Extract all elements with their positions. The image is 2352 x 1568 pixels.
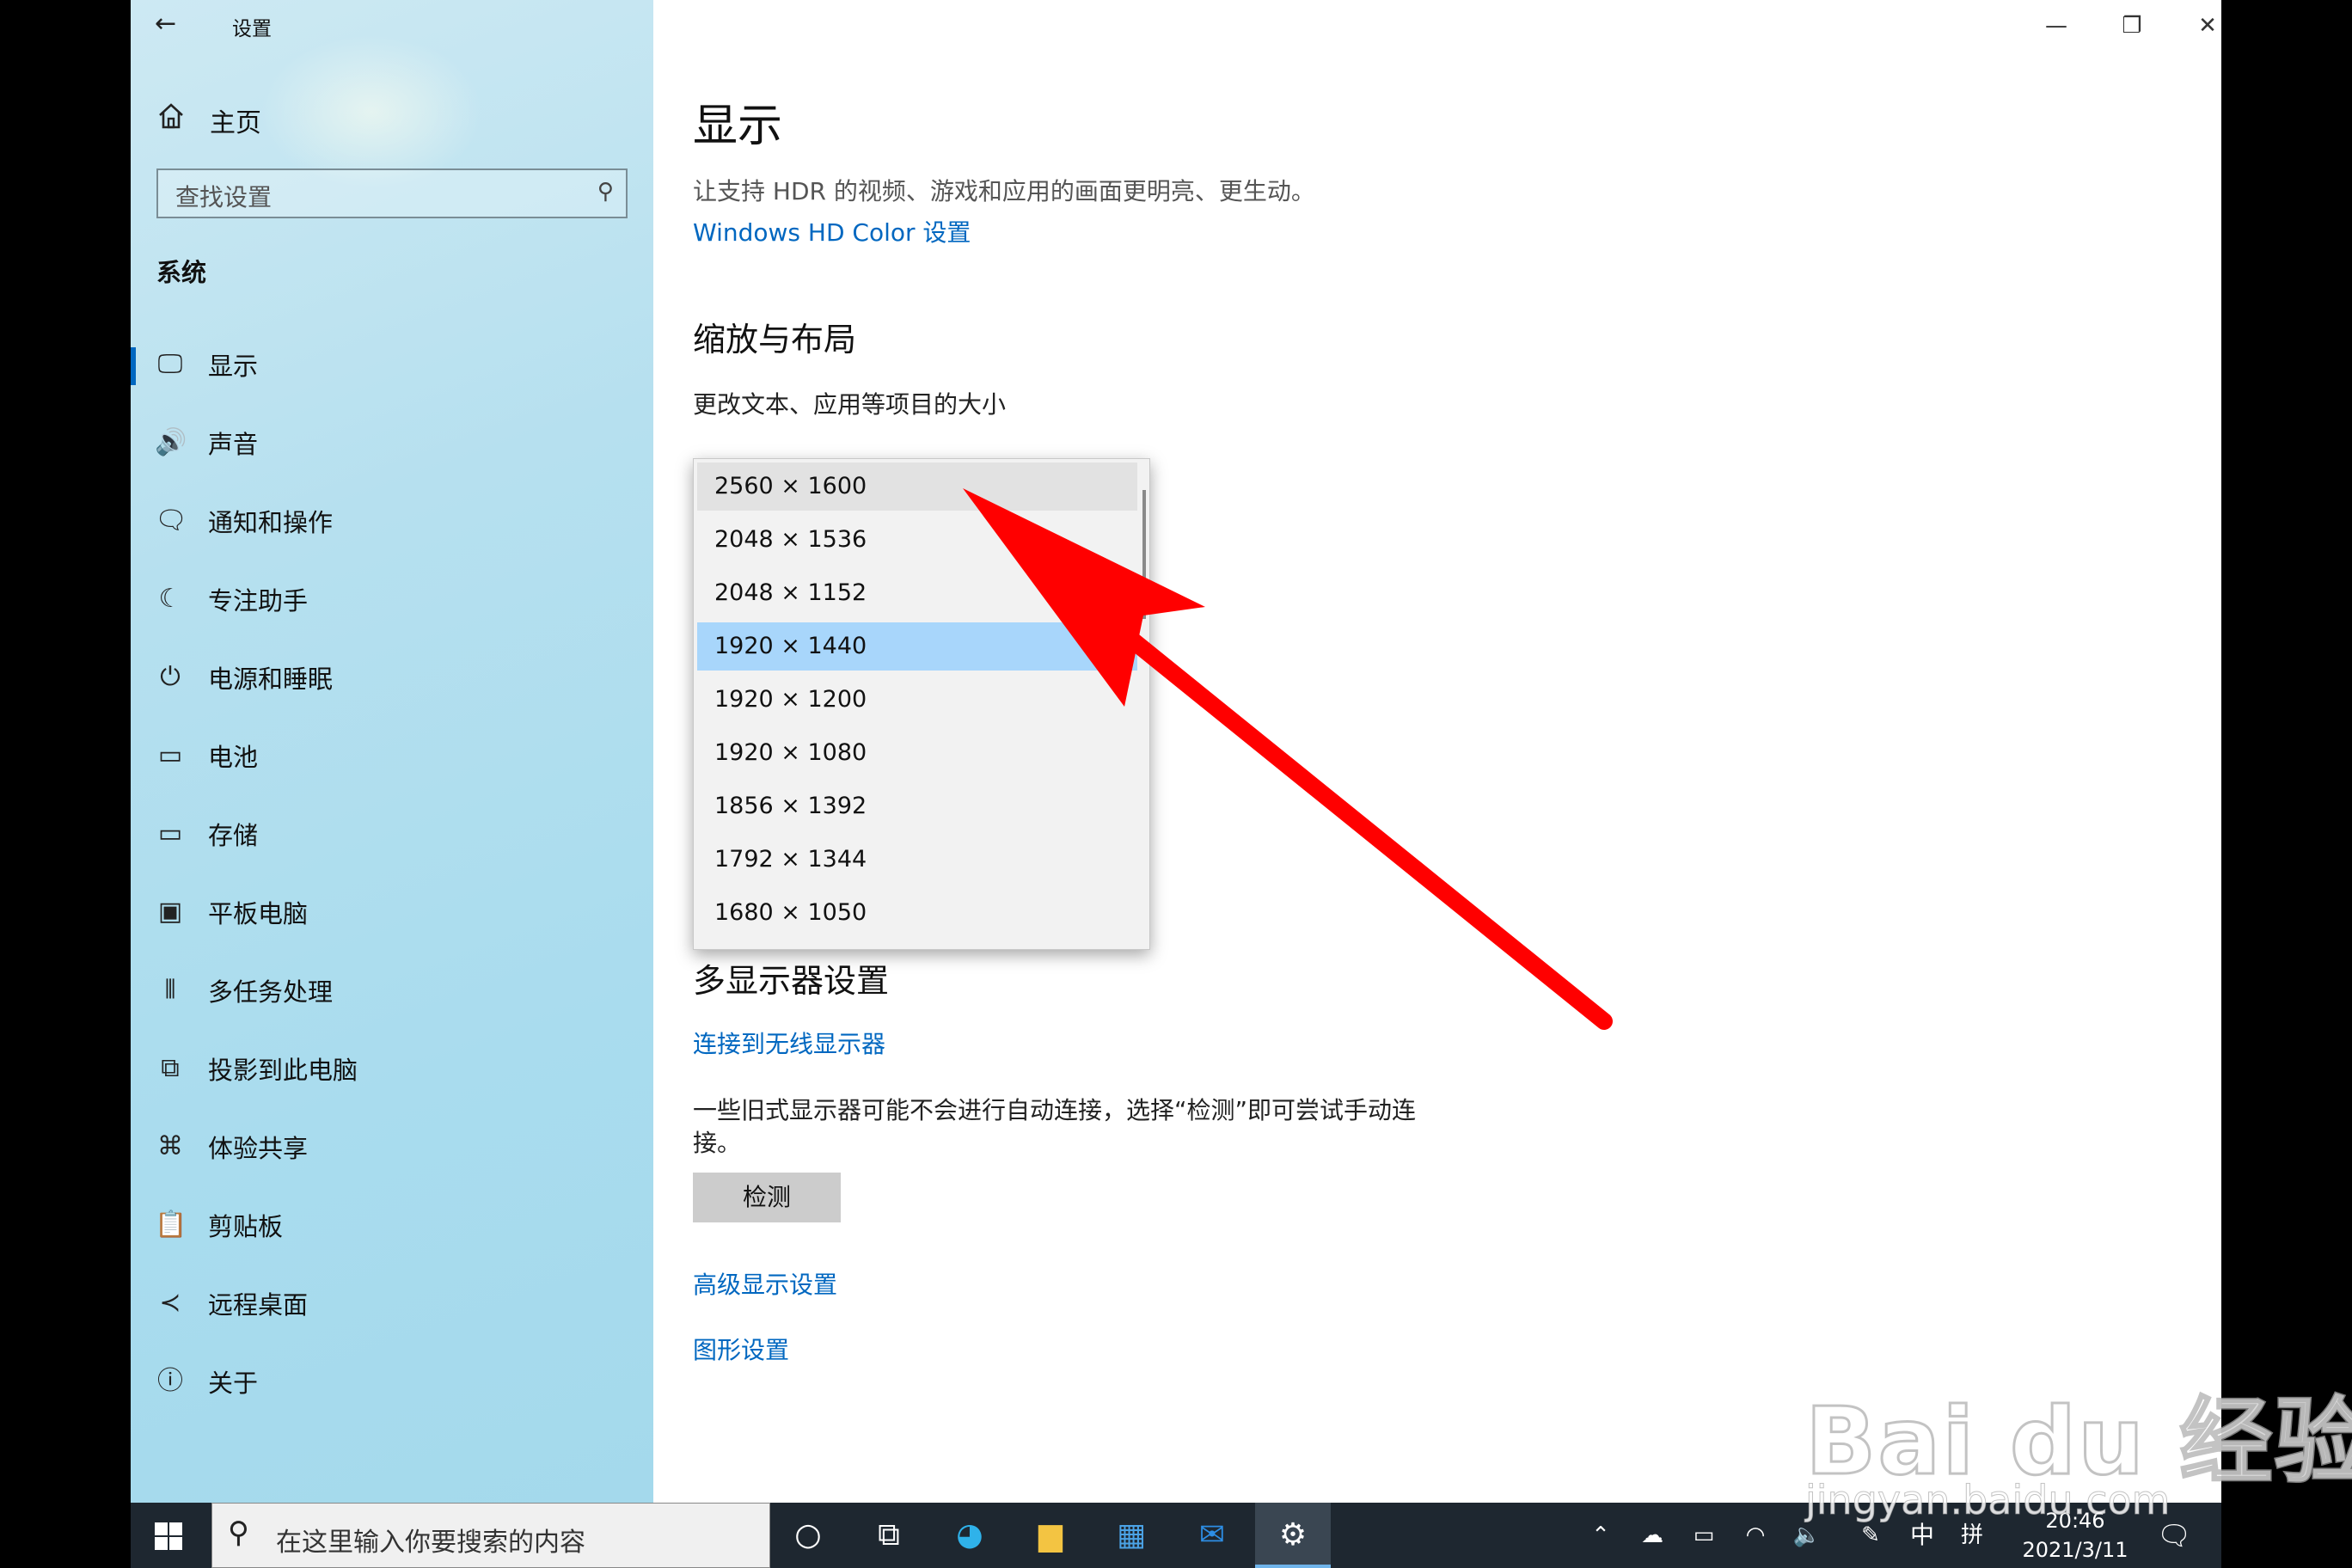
file-explorer-icon[interactable]: ▆ (1013, 1503, 1088, 1568)
mail-icon[interactable]: ✉ (1174, 1503, 1250, 1568)
arrow-shaft (1076, 593, 1613, 1030)
taskbar-search-icon: ⚲ (228, 1516, 249, 1550)
ime-mode[interactable]: 拼 (1946, 1503, 1998, 1568)
start-button[interactable] (131, 1503, 206, 1568)
volume-icon[interactable]: 🔈 (1781, 1503, 1833, 1568)
taskbar-search-box[interactable]: ⚲ 在这里输入你要搜索的内容 (211, 1503, 770, 1568)
clock-date: 2021/3/11 (2022, 1538, 2128, 1562)
action-center-icon[interactable]: 🗨 (2144, 1503, 2204, 1568)
windows-logo-icon (155, 1522, 182, 1550)
store-icon[interactable]: ▦ (1093, 1503, 1169, 1568)
cortana-icon[interactable]: ○ (770, 1503, 846, 1568)
task-view-icon[interactable]: ⧉ (851, 1503, 927, 1568)
onedrive-icon[interactable]: ☁ (1626, 1503, 1678, 1568)
settings-app-icon[interactable]: ⚙ (1255, 1503, 1331, 1568)
tray-chevron-icon[interactable]: ⌃ (1575, 1503, 1626, 1568)
battery-tray-icon[interactable]: ▭ (1678, 1503, 1730, 1568)
ime-language[interactable]: 中 (1896, 1503, 1948, 1568)
taskbar-search-input[interactable]: 在这里输入你要搜索的内容 (276, 1521, 585, 1559)
clock-time: 20:46 (2045, 1509, 2105, 1533)
edge-icon[interactable]: ◕ (932, 1503, 1008, 1568)
wifi-icon[interactable]: ◠ (1730, 1503, 1781, 1568)
pen-icon[interactable]: ✎ (1845, 1503, 1896, 1568)
taskbar: ⚲ 在这里输入你要搜索的内容 ○ ⧉ ◕ ▆ ▦ ✉ ⚙ ⌃ ☁ ▭ ◠ 🔈 ✎… (131, 1503, 2221, 1568)
red-arrow-annotation (963, 488, 1613, 1030)
clock[interactable]: 20:46 2021/3/11 (2015, 1506, 2135, 1565)
